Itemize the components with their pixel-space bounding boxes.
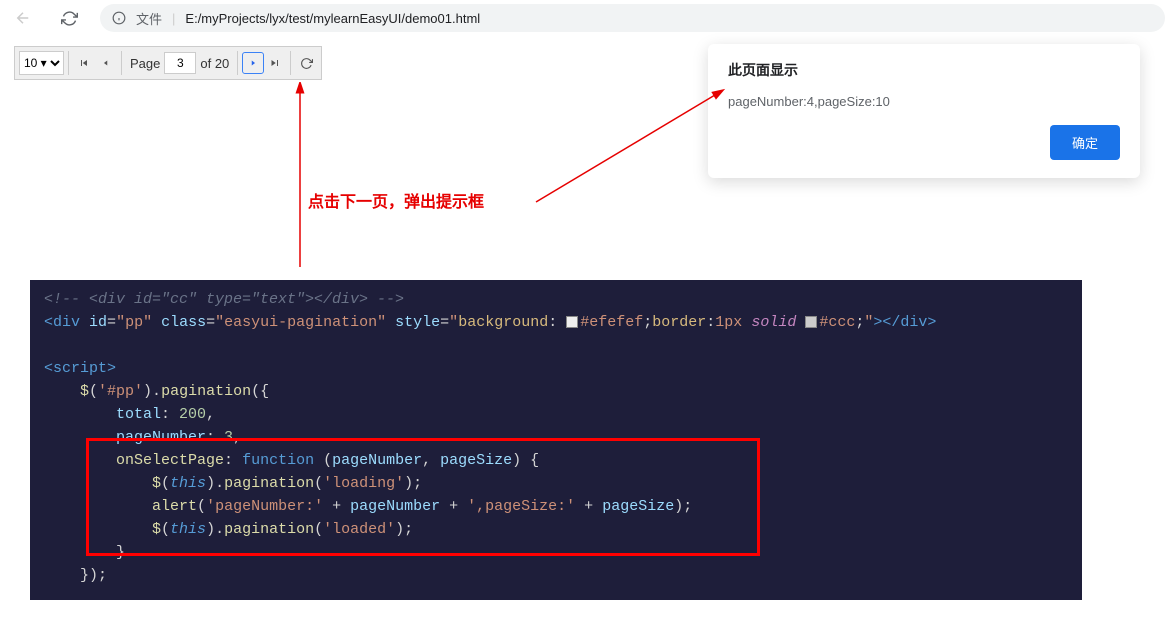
back-button[interactable]	[8, 3, 38, 33]
alert-message: pageNumber:4,pageSize:10	[728, 94, 1120, 109]
info-icon[interactable]	[112, 11, 126, 25]
file-label: 文件	[136, 9, 162, 28]
pagination-toolbar: 10 ▾ Page of 20	[14, 46, 322, 80]
code-line: $(this).pagination('loading');	[44, 472, 1068, 495]
code-line: onSelectPage: function (pageNumber, page…	[44, 449, 1068, 472]
code-line: }	[44, 541, 1068, 564]
code-line: pageNumber: 3,	[44, 426, 1068, 449]
code-line	[44, 334, 1068, 357]
next-page-button[interactable]	[242, 52, 264, 74]
alert-title: 此页面显示	[728, 60, 1120, 80]
page-label: Page	[126, 56, 164, 71]
separator	[237, 51, 238, 75]
code-line: $('#pp').pagination({	[44, 380, 1068, 403]
of-label: of 20	[196, 56, 233, 71]
code-line: <script>	[44, 357, 1068, 380]
code-line: <!-- <div id="cc" type="text"></div> -->	[44, 288, 1068, 311]
address-bar[interactable]: 文件 | E:/myProjects/lyx/test/mylearnEasyU…	[100, 4, 1165, 32]
alert-dialog: 此页面显示 pageNumber:4,pageSize:10 确定	[708, 44, 1140, 178]
first-page-button[interactable]	[73, 52, 95, 74]
reload-button[interactable]	[54, 3, 84, 33]
page-input[interactable]	[164, 52, 196, 74]
url-text: E:/myProjects/lyx/test/mylearnEasyUI/dem…	[185, 11, 480, 26]
annotation-text: 点击下一页，弹出提示框	[308, 188, 484, 212]
code-line: total: 200,	[44, 403, 1068, 426]
prev-page-button[interactable]	[95, 52, 117, 74]
code-line: alert('pageNumber:' + pageNumber + ',pag…	[44, 495, 1068, 518]
separator	[121, 51, 122, 75]
code-line: <div id="pp" class="easyui-pagination" s…	[44, 311, 1068, 334]
separator	[68, 51, 69, 75]
addr-divider: |	[172, 11, 175, 26]
separator	[290, 51, 291, 75]
arrow-diagonal	[532, 88, 732, 208]
last-page-button[interactable]	[264, 52, 286, 74]
arrow-up	[290, 82, 310, 270]
refresh-button[interactable]	[295, 52, 317, 74]
code-block: <!-- <div id="cc" type="text"></div> -->…	[30, 280, 1082, 600]
code-line: $(this).pagination('loaded');	[44, 518, 1068, 541]
page-size-select[interactable]: 10 ▾	[19, 51, 64, 75]
browser-toolbar: 文件 | E:/myProjects/lyx/test/mylearnEasyU…	[0, 0, 1173, 36]
ok-button[interactable]: 确定	[1050, 125, 1120, 160]
code-line: });	[44, 564, 1068, 587]
